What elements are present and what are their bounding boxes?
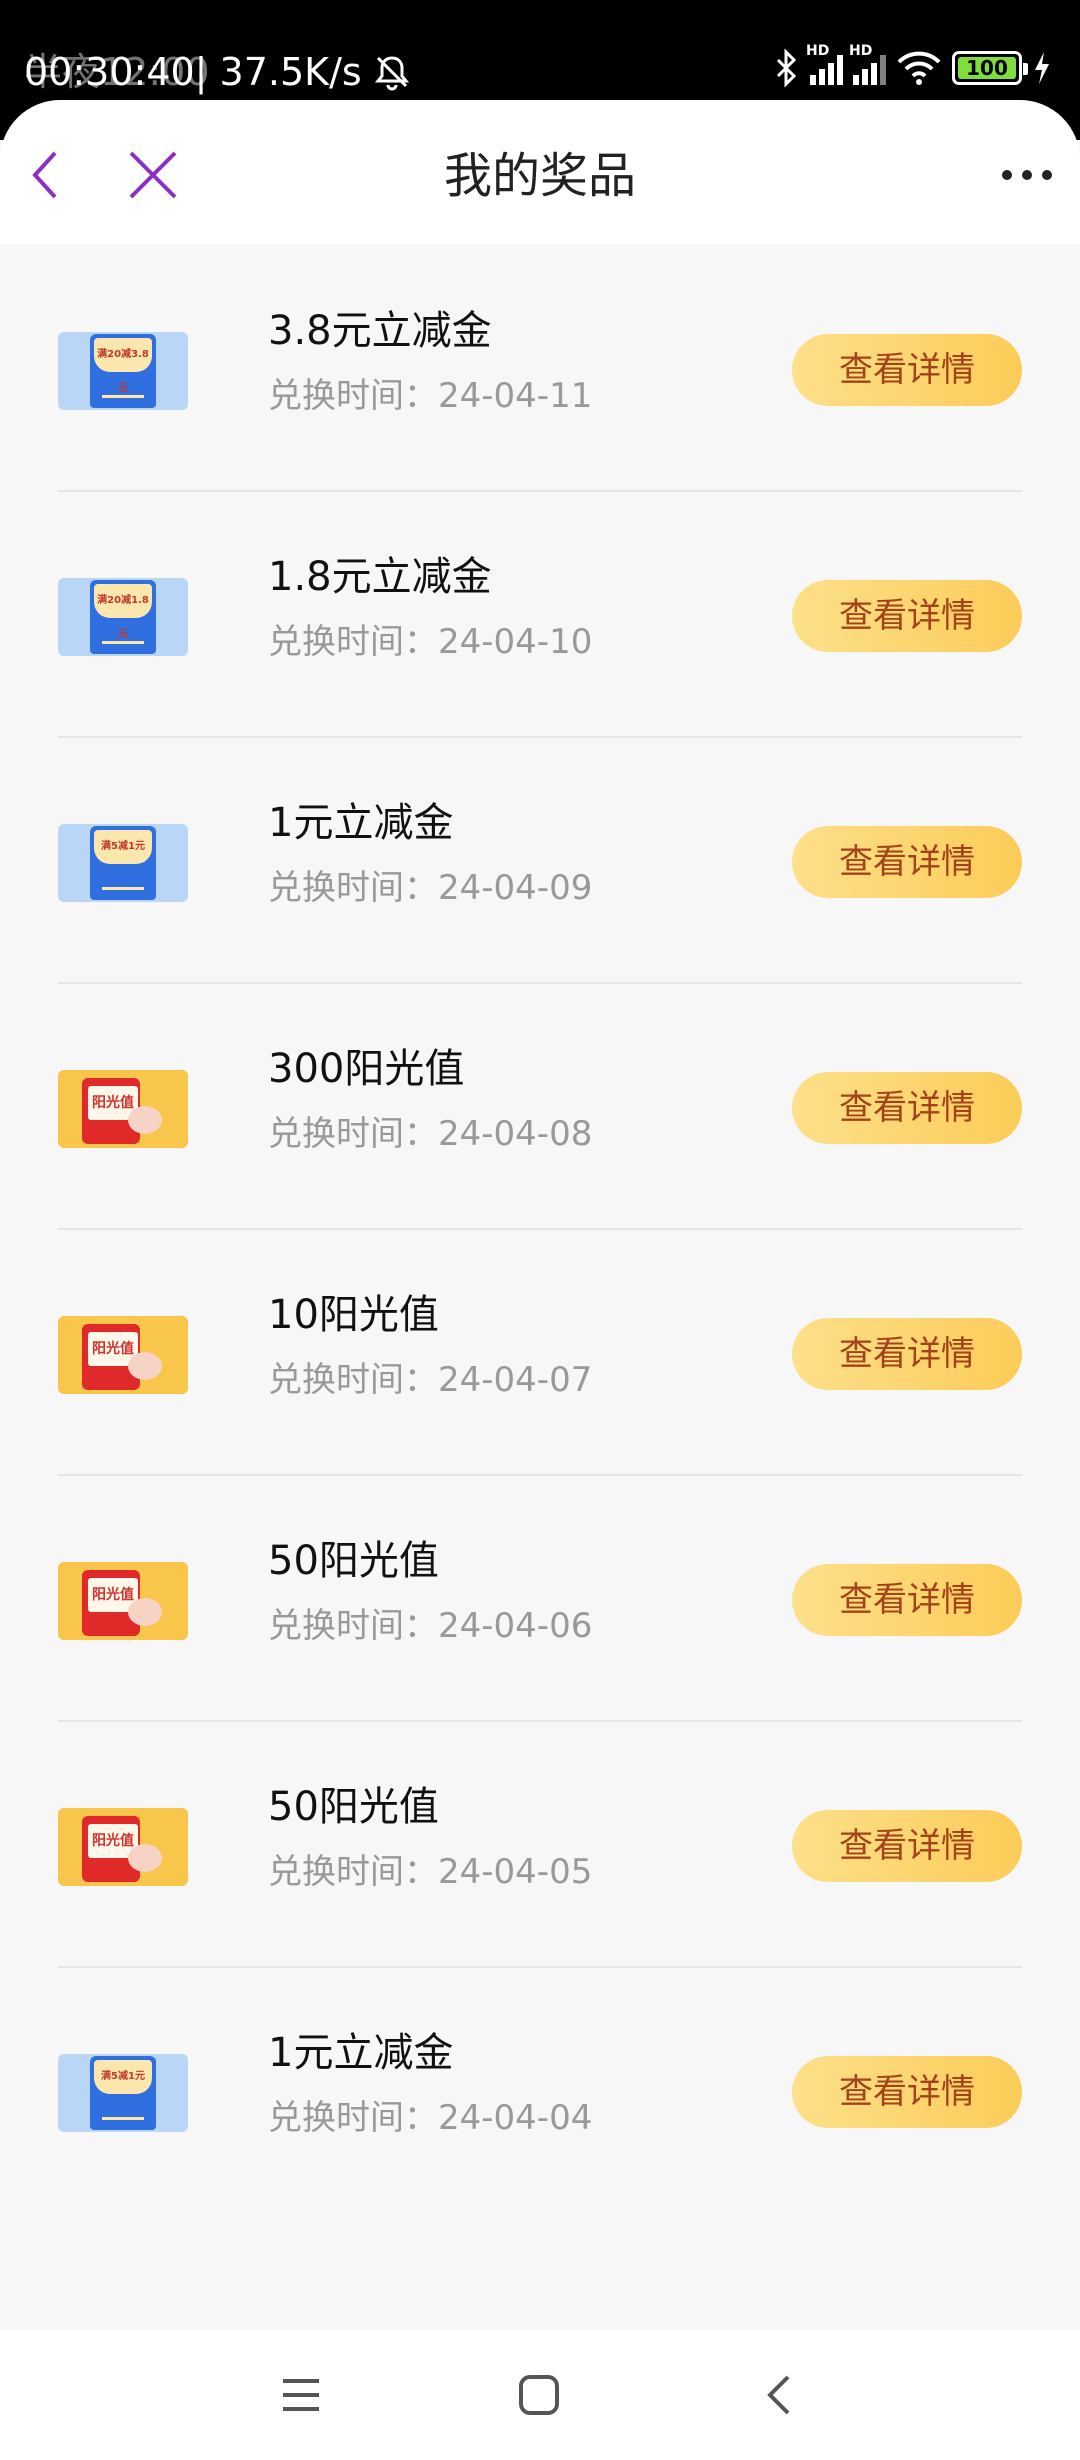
prize-item: 阳光值 50阳光值 兑换时间：24-04-05 查看详情 xyxy=(58,1722,1022,1968)
sunshine-redpack-thumbnail: 阳光值 xyxy=(58,1070,188,1148)
battery-level: 100 xyxy=(958,57,1016,79)
system-nav-bar xyxy=(0,2330,1080,2460)
prize-item: 满20减1.8元 1.8元立减金 兑换时间：24-04-10 查看详情 xyxy=(58,492,1022,738)
prize-item: 满5减1元 1元立减金 兑换时间：24-04-04 查看详情 xyxy=(58,1968,1022,2214)
prize-name: 1元立减金 xyxy=(268,2030,454,2076)
hd-label-2: HD xyxy=(849,43,873,59)
prize-time: 兑换时间：24-04-11 xyxy=(268,376,593,416)
view-details-button[interactable]: 查看详情 xyxy=(792,1072,1022,1144)
prize-name: 50阳光值 xyxy=(268,1538,439,1584)
charging-icon xyxy=(1035,52,1049,84)
status-time: 00:30:40 xyxy=(24,50,195,94)
coupon-thumbnail: 满5减1元 xyxy=(58,824,188,902)
view-details-button[interactable]: 查看详情 xyxy=(792,2056,1022,2128)
system-back-button[interactable] xyxy=(744,2360,814,2430)
mute-bell-icon xyxy=(374,56,409,91)
prize-name: 1元立减金 xyxy=(268,800,454,846)
prize-time: 兑换时间：24-04-10 xyxy=(268,622,593,662)
home-square-icon xyxy=(519,2375,559,2415)
prize-time: 兑换时间：24-04-06 xyxy=(268,1606,593,1646)
prize-name: 300阳光值 xyxy=(268,1046,465,1092)
prize-item: 阳光值 10阳光值 兑换时间：24-04-07 查看详情 xyxy=(58,1230,1022,1476)
thumb-label: 满5减1元 xyxy=(94,2060,152,2094)
prize-time: 兑换时间：24-04-09 xyxy=(268,868,593,908)
prize-item: 满5减1元 1元立减金 兑换时间：24-04-09 查看详情 xyxy=(58,738,1022,984)
view-details-button[interactable]: 查看详情 xyxy=(792,1318,1022,1390)
wifi-icon xyxy=(897,51,941,85)
view-details-button[interactable]: 查看详情 xyxy=(792,1564,1022,1636)
page-title: 我的奖品 xyxy=(443,148,636,204)
menu-icon xyxy=(283,2379,319,2411)
header: 我的奖品 xyxy=(0,100,1080,244)
view-details-button[interactable]: 查看详情 xyxy=(792,334,1022,406)
status-left: 半夜12:00 00:30:40 | 37.5K/s xyxy=(24,42,412,102)
thumb-label: 满20减1.8元 xyxy=(94,584,152,640)
signal-strength-1-icon: HD xyxy=(806,43,843,85)
prize-time: 兑换时间：24-04-04 xyxy=(268,2098,593,2138)
bluetooth-icon xyxy=(776,48,797,88)
prize-item: 阳光值 300阳光值 兑换时间：24-04-08 查看详情 xyxy=(58,984,1022,1230)
chevron-left-icon xyxy=(767,2375,790,2415)
thumb-label: 满5减1元 xyxy=(94,830,152,864)
prize-time: 兑换时间：24-04-08 xyxy=(268,1114,593,1154)
home-button[interactable] xyxy=(504,2360,574,2430)
more-options-button[interactable] xyxy=(992,140,1062,210)
coupon-thumbnail: 满20减3.8元 xyxy=(58,332,188,410)
prize-name: 1.8元立减金 xyxy=(268,554,492,600)
coupon-thumbnail: 满5减1元 xyxy=(58,2054,188,2132)
signal-strength-2-icon: HD xyxy=(849,43,886,85)
hd-label-1: HD xyxy=(806,43,830,59)
prize-item: 阳光值 50阳光值 兑换时间：24-04-06 查看详情 xyxy=(58,1476,1022,1722)
sunshine-redpack-thumbnail: 阳光值 xyxy=(58,1562,188,1640)
prize-time: 兑换时间：24-04-05 xyxy=(268,1852,593,1892)
network-speed: | 37.5K/s xyxy=(194,50,362,94)
sunshine-redpack-thumbnail: 阳光值 xyxy=(58,1808,188,1886)
prize-name: 10阳光值 xyxy=(268,1292,439,1338)
prize-name: 50阳光值 xyxy=(268,1784,439,1830)
prize-name: 3.8元立减金 xyxy=(268,308,492,354)
coupon-thumbnail: 满20减1.8元 xyxy=(58,578,188,656)
sunshine-redpack-thumbnail: 阳光值 xyxy=(58,1316,188,1394)
status-right: HD HD 100 xyxy=(774,43,1052,90)
prize-list: 满20减3.8元 3.8元立减金 兑换时间：24-04-11 查看详情 满20减… xyxy=(0,246,1080,2214)
battery-icon: 100 xyxy=(952,51,1028,85)
recent-apps-button[interactable] xyxy=(266,2360,336,2430)
thumb-label: 满20减3.8元 xyxy=(94,338,152,394)
prize-time: 兑换时间：24-04-07 xyxy=(268,1360,593,1400)
view-details-button[interactable]: 查看详情 xyxy=(792,1810,1022,1882)
view-details-button[interactable]: 查看详情 xyxy=(792,580,1022,652)
more-dots-icon xyxy=(1002,170,1052,180)
view-details-button[interactable]: 查看详情 xyxy=(792,826,1022,898)
prize-item: 满20减3.8元 3.8元立减金 兑换时间：24-04-11 查看详情 xyxy=(58,246,1022,492)
